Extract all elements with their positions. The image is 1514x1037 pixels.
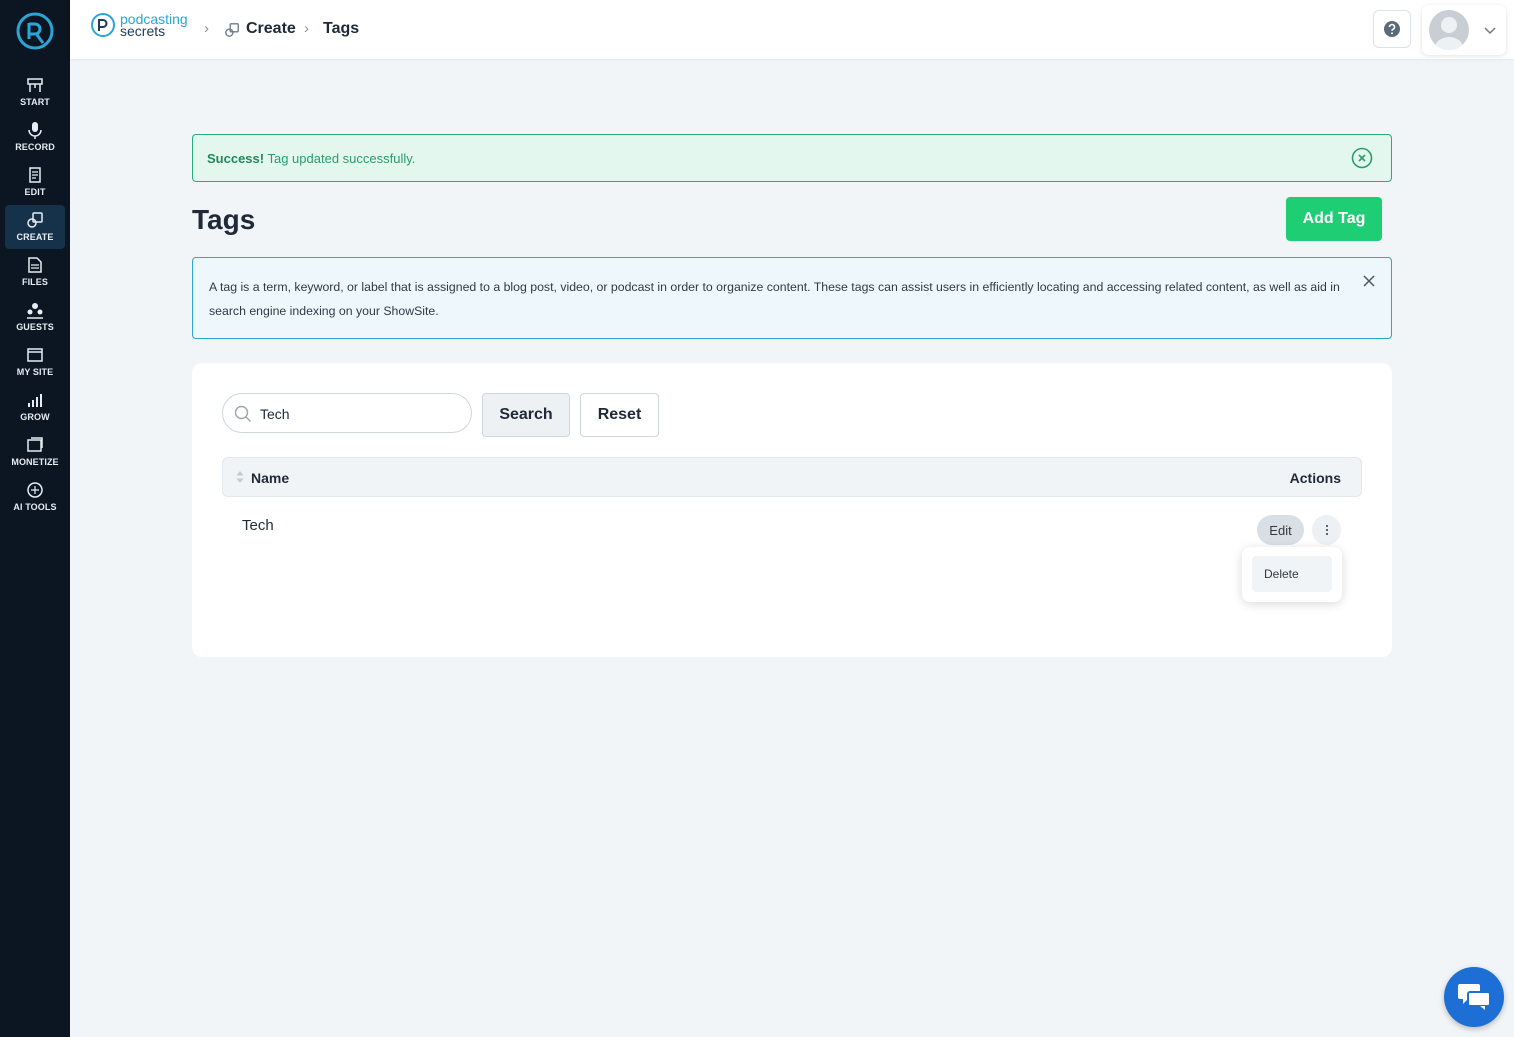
avatar bbox=[1429, 10, 1469, 50]
sidebar-item-ai-tools[interactable]: AI TOOLS bbox=[5, 475, 65, 519]
brand-mark-icon bbox=[91, 13, 115, 37]
add-tag-button[interactable]: Add Tag bbox=[1286, 197, 1382, 241]
brand-name: podcasting secrets bbox=[120, 11, 188, 39]
microphone-icon bbox=[28, 122, 42, 139]
search-button[interactable]: Search bbox=[482, 393, 570, 437]
top-header: podcasting secrets › Create › Tags bbox=[70, 0, 1514, 59]
start-icon bbox=[27, 78, 43, 92]
sidebar-item-label: GUESTS bbox=[16, 322, 54, 332]
kebab-menu-icon bbox=[1325, 524, 1328, 536]
chevron-down-icon bbox=[1484, 27, 1496, 35]
sidebar-item-grow[interactable]: GROW bbox=[5, 385, 65, 429]
sidebar-item-monetize[interactable]: MONETIZE bbox=[5, 430, 65, 474]
sidebar-item-label: MY SITE bbox=[16, 367, 54, 377]
sidebar-item-label: START bbox=[20, 97, 50, 107]
chat-widget-button[interactable] bbox=[1444, 967, 1504, 1027]
sidebar-item-start[interactable]: START bbox=[5, 70, 65, 114]
chat-icon bbox=[1458, 984, 1491, 1010]
close-circle-icon[interactable] bbox=[1351, 147, 1373, 169]
column-header-name[interactable]: Name bbox=[251, 470, 289, 486]
help-button[interactable] bbox=[1373, 10, 1411, 48]
tags-card: Search Reset Name Actions Tech Edit Dele… bbox=[192, 363, 1392, 657]
page-title: Tags bbox=[192, 204, 256, 235]
chevron-right-icon: › bbox=[204, 20, 209, 37]
sidebar-item-create[interactable]: CREATE bbox=[5, 205, 65, 249]
sidebar-item-my-site[interactable]: MY SITE bbox=[5, 340, 65, 384]
create-icon bbox=[225, 23, 239, 37]
question-icon bbox=[1384, 21, 1400, 37]
search-input[interactable] bbox=[260, 403, 460, 425]
sidebar-item-label: CREATE bbox=[16, 232, 54, 242]
info-alert: A tag is a term, keyword, or label that … bbox=[192, 257, 1392, 339]
monetize-icon bbox=[27, 437, 43, 452]
search-icon bbox=[234, 405, 251, 422]
search-box bbox=[222, 393, 472, 433]
sidebar-item-files[interactable]: FILES bbox=[5, 250, 65, 294]
sidebar-item-label: EDIT bbox=[24, 187, 46, 197]
success-alert: Success! Tag updated successfully. bbox=[192, 134, 1392, 182]
table-header: Name Actions bbox=[222, 457, 1362, 497]
sidebar-item-edit[interactable]: EDIT bbox=[5, 160, 65, 204]
sidebar-item-label: RECORD bbox=[15, 142, 55, 152]
create-icon bbox=[27, 212, 43, 228]
reset-button[interactable]: Reset bbox=[580, 393, 659, 437]
close-icon[interactable] bbox=[1361, 273, 1377, 289]
tag-name-cell: Tech bbox=[242, 517, 274, 534]
sidebar-item-label: MONETIZE bbox=[11, 457, 59, 467]
sidebar-item-label: FILES bbox=[21, 277, 48, 287]
delete-menu-item[interactable]: Delete bbox=[1252, 556, 1332, 592]
user-menu-button[interactable] bbox=[1422, 5, 1506, 55]
guests-icon bbox=[27, 303, 43, 319]
brand-logo[interactable]: podcasting secrets bbox=[90, 12, 188, 38]
sidebar: START RECORD EDIT CREATE FILES GUESTS MY… bbox=[0, 0, 70, 1037]
info-text: A tag is a term, keyword, or label that … bbox=[209, 280, 1340, 318]
more-actions-button[interactable] bbox=[1312, 515, 1341, 545]
ai-tools-icon bbox=[27, 482, 43, 498]
row-actions-dropdown: Delete bbox=[1242, 547, 1342, 602]
files-icon bbox=[28, 257, 42, 273]
sidebar-item-record[interactable]: RECORD bbox=[5, 115, 65, 159]
alert-message: Success! Tag updated successfully. bbox=[207, 151, 416, 166]
breadcrumb-tags: Tags bbox=[323, 20, 360, 37]
edit-button[interactable]: Edit bbox=[1257, 515, 1304, 545]
sidebar-item-label: GROW bbox=[20, 412, 50, 422]
breadcrumb-create[interactable]: Create bbox=[246, 20, 296, 38]
sidebar-item-label: AI TOOLS bbox=[13, 502, 57, 512]
site-icon bbox=[27, 348, 43, 362]
column-header-actions: Actions bbox=[1289, 470, 1341, 486]
chart-icon bbox=[28, 394, 42, 407]
edit-icon bbox=[29, 167, 41, 183]
sort-icon[interactable] bbox=[235, 470, 245, 484]
chevron-right-icon: › bbox=[304, 20, 309, 37]
podcast-logo-icon[interactable] bbox=[15, 11, 55, 51]
sidebar-item-guests[interactable]: GUESTS bbox=[5, 295, 65, 339]
